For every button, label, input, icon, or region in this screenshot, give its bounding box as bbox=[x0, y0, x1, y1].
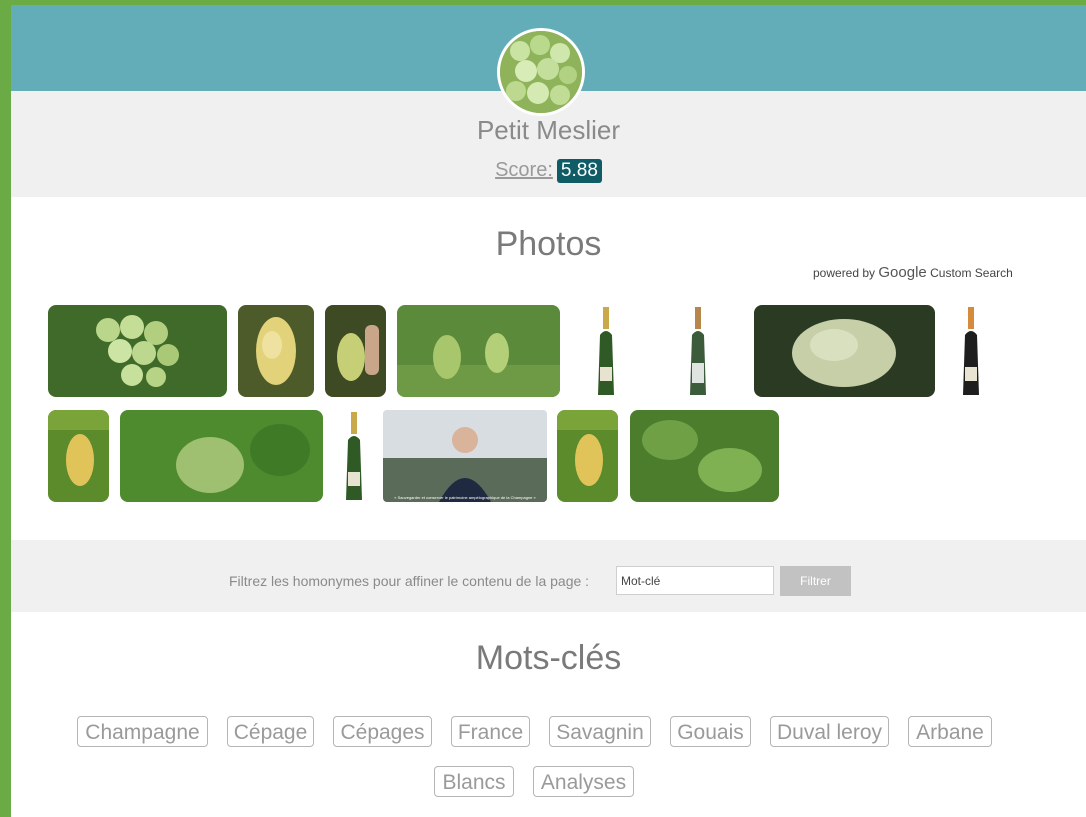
photo-thumbnail[interactable] bbox=[957, 305, 985, 397]
keyword-tag[interactable]: Analyses bbox=[533, 766, 634, 797]
grape-avatar bbox=[497, 28, 585, 116]
filter-bar: Filtrez les homonymes pour affiner le co… bbox=[11, 540, 1086, 612]
google-logo: Google bbox=[878, 264, 927, 281]
keyword-tag[interactable]: Cépages bbox=[333, 716, 432, 747]
video-caption: « Sauvegarder et conserver le patrimoine… bbox=[394, 495, 536, 500]
google-attribution: powered by Google Custom Search bbox=[813, 264, 1013, 281]
keyword-tag[interactable]: Duval leroy bbox=[770, 716, 889, 747]
photo-thumbnail[interactable] bbox=[754, 305, 935, 397]
score-row: Score: 5.88 bbox=[11, 159, 1086, 183]
keyword-tag[interactable]: Savagnin bbox=[549, 716, 651, 747]
filter-button[interactable]: Filtrer bbox=[780, 566, 851, 596]
photo-thumbnail[interactable] bbox=[48, 410, 109, 502]
keyword-tag[interactable]: Cépage bbox=[227, 716, 314, 747]
keyword-tag[interactable]: Champagne bbox=[77, 716, 208, 747]
keyword-filter-input[interactable] bbox=[616, 566, 774, 595]
photos-heading: Photos bbox=[495, 225, 602, 263]
keyword-tag[interactable]: Arbane bbox=[908, 716, 992, 747]
keyword-tag[interactable]: France bbox=[451, 716, 530, 747]
keywords-heading: Mots-clés bbox=[475, 639, 622, 677]
photo-thumbnail[interactable] bbox=[238, 305, 314, 397]
page-title: Petit Meslier bbox=[476, 115, 621, 145]
video-thumbnail[interactable]: « Sauvegarder et conserver le patrimoine… bbox=[383, 410, 547, 502]
photo-thumbnail[interactable] bbox=[684, 305, 712, 397]
photo-thumbnail[interactable] bbox=[592, 305, 620, 397]
photo-thumbnail[interactable] bbox=[630, 410, 779, 502]
photo-thumbnail[interactable] bbox=[397, 305, 560, 397]
photo-thumbnail[interactable] bbox=[48, 305, 227, 397]
filter-label: Filtrez les homonymes pour affiner le co… bbox=[229, 573, 590, 589]
keyword-tag[interactable]: Blancs bbox=[434, 766, 514, 797]
page: Petit Meslier Score: 5.88 Photos powered … bbox=[11, 5, 1086, 817]
photo-thumbnail[interactable] bbox=[325, 305, 386, 397]
photo-thumbnail[interactable] bbox=[557, 410, 618, 502]
photo-thumbnail[interactable] bbox=[340, 410, 368, 502]
powered-prefix: powered by bbox=[813, 266, 876, 280]
keyword-tag[interactable]: Gouais bbox=[670, 716, 751, 747]
photo-thumbnail[interactable] bbox=[120, 410, 323, 502]
score-badge: 5.88 bbox=[556, 159, 602, 183]
score-link[interactable]: Score: bbox=[495, 159, 553, 181]
powered-suffix: Custom Search bbox=[930, 266, 1013, 280]
